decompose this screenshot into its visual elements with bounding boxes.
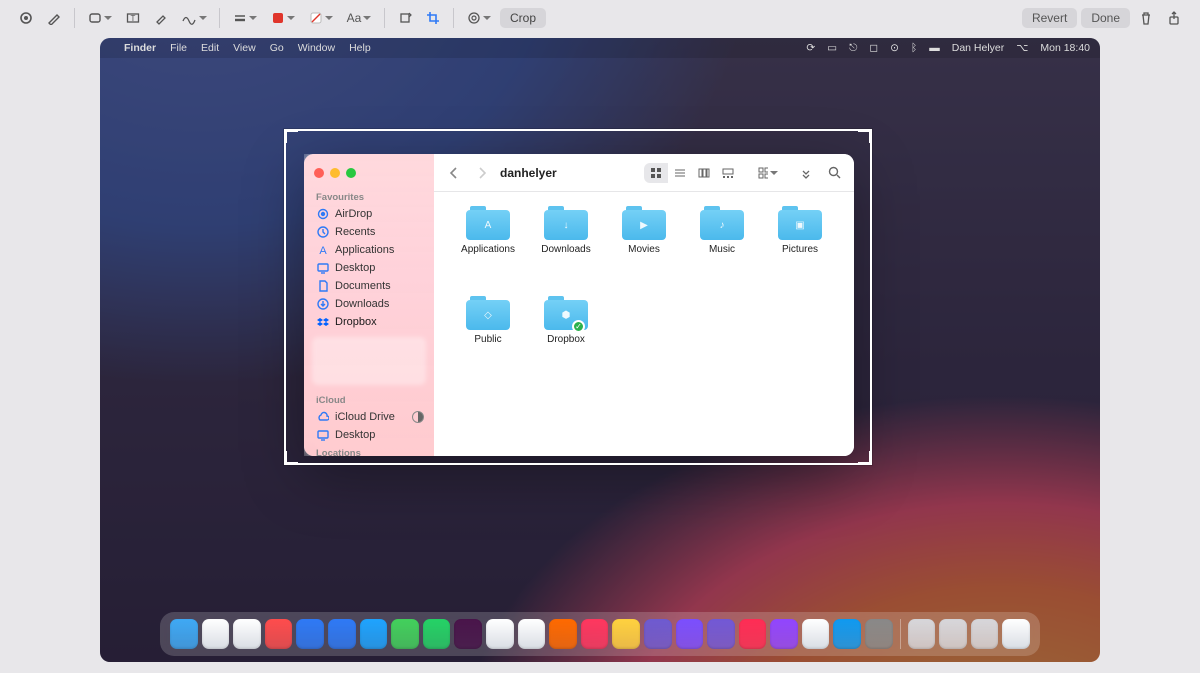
- menubar-status-icon[interactable]: ▭: [827, 42, 837, 54]
- dock-separator: [900, 619, 901, 649]
- screenshot-canvas: Finder File Edit View Go Window Help ⟳ ▭…: [0, 36, 1200, 673]
- dock-app-icon[interactable]: [202, 619, 230, 649]
- dock-app-icon[interactable]: [802, 619, 830, 649]
- separator: [74, 8, 75, 28]
- macos-dock: [160, 612, 1040, 656]
- menubar-status-icon[interactable]: ◻: [869, 42, 878, 54]
- dock-app-icon[interactable]: [644, 619, 672, 649]
- dock-app-icon[interactable]: [454, 619, 482, 649]
- dock-app-icon[interactable]: [770, 619, 798, 649]
- dock-app-icon[interactable]: [865, 619, 893, 649]
- dock-app-icon[interactable]: [391, 619, 419, 649]
- crop-handle-br[interactable]: [858, 451, 872, 465]
- pen-icon[interactable]: [42, 6, 66, 30]
- screenshot-image[interactable]: Finder File Edit View Go Window Help ⟳ ▭…: [100, 38, 1100, 662]
- highlight-icon[interactable]: [149, 6, 173, 30]
- separator: [219, 8, 220, 28]
- menubar-item[interactable]: Edit: [201, 42, 219, 54]
- fill-color-menu[interactable]: [304, 6, 338, 30]
- text-box-icon[interactable]: T: [121, 6, 145, 30]
- screenshot-markup-toolbar: T Aa Crop Revert Done: [0, 0, 1200, 36]
- dock-app-icon[interactable]: [486, 619, 514, 649]
- menubar-status-icon[interactable]: ⎋: [849, 42, 857, 55]
- signature-menu[interactable]: [177, 6, 211, 30]
- menubar-item[interactable]: Go: [270, 42, 284, 54]
- menubar-battery-icon[interactable]: ▬: [929, 42, 940, 54]
- done-button[interactable]: Done: [1081, 8, 1130, 28]
- adjust-menu[interactable]: [462, 6, 496, 30]
- crop-icon[interactable]: [421, 6, 445, 30]
- dock-app-icon[interactable]: [233, 619, 261, 649]
- menubar-item[interactable]: View: [233, 42, 256, 54]
- dock-app-icon[interactable]: [423, 619, 451, 649]
- dock-app-icon[interactable]: [707, 619, 735, 649]
- dock-app-icon[interactable]: [833, 619, 861, 649]
- crop-selection[interactable]: [284, 129, 872, 465]
- dock-app-icon[interactable]: [908, 619, 936, 649]
- dock-app-icon[interactable]: [1002, 619, 1030, 649]
- trash-icon[interactable]: [1134, 6, 1158, 30]
- menubar-status-icon[interactable]: ᛒ: [911, 42, 917, 54]
- menubar-status-icon[interactable]: ⟳: [806, 42, 815, 54]
- dock-app-icon[interactable]: [971, 619, 999, 649]
- share-icon[interactable]: [1162, 6, 1186, 30]
- dock-app-icon[interactable]: [549, 619, 577, 649]
- record-icon[interactable]: [14, 6, 38, 30]
- dock-app-icon[interactable]: [581, 619, 609, 649]
- dock-app-icon[interactable]: [360, 619, 388, 649]
- dock-app-icon[interactable]: [939, 619, 967, 649]
- separator: [384, 8, 385, 28]
- crop-handle-tl[interactable]: [284, 129, 298, 143]
- dock-app-icon[interactable]: [296, 619, 324, 649]
- svg-text:T: T: [131, 14, 136, 23]
- separator: [453, 8, 454, 28]
- stroke-color-menu[interactable]: [266, 6, 300, 30]
- menubar-control-center-icon[interactable]: ⌥: [1016, 42, 1028, 54]
- crop-button[interactable]: Crop: [500, 8, 546, 28]
- menubar-item[interactable]: Help: [349, 42, 371, 54]
- dock-app-icon[interactable]: [739, 619, 767, 649]
- dock-app-icon[interactable]: [676, 619, 704, 649]
- crop-handle-bl[interactable]: [284, 451, 298, 465]
- menubar-clock[interactable]: Mon 18:40: [1040, 42, 1090, 54]
- dock-app-icon[interactable]: [265, 619, 293, 649]
- font-menu[interactable]: Aa: [342, 6, 376, 30]
- dock-app-icon[interactable]: [328, 619, 356, 649]
- dock-app-icon[interactable]: [170, 619, 198, 649]
- rotate-icon[interactable]: [393, 6, 417, 30]
- menubar-status-icon[interactable]: ⊙: [890, 42, 899, 54]
- dock-app-icon[interactable]: [612, 619, 640, 649]
- dock-app-icon[interactable]: [518, 619, 546, 649]
- revert-button[interactable]: Revert: [1022, 8, 1077, 28]
- menubar-item[interactable]: Window: [298, 42, 335, 54]
- menubar-item[interactable]: File: [170, 42, 187, 54]
- menubar-user[interactable]: Dan Helyer: [952, 42, 1005, 54]
- macos-menubar: Finder File Edit View Go Window Help ⟳ ▭…: [100, 38, 1100, 58]
- line-style-menu[interactable]: [228, 6, 262, 30]
- crop-handle-tr[interactable]: [858, 129, 872, 143]
- menubar-app[interactable]: Finder: [124, 42, 156, 54]
- shapes-menu[interactable]: [83, 6, 117, 30]
